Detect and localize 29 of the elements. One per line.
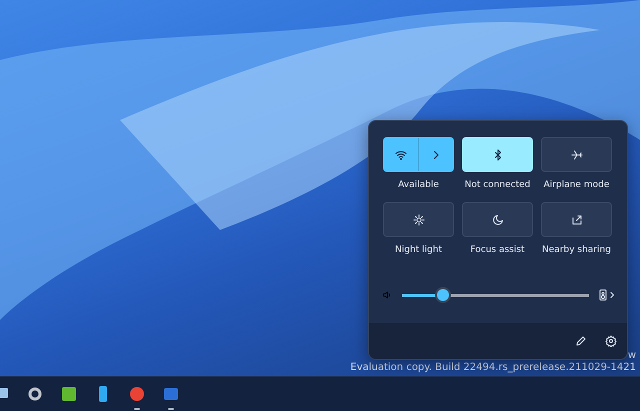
toggle-tile[interactable] [541, 137, 612, 172]
tile-label: Nearby sharing [542, 245, 611, 255]
tile-label: Available [398, 180, 439, 190]
toggle-tile[interactable] [541, 202, 612, 237]
tile-label: Focus assist [470, 245, 525, 255]
pencil-icon [575, 335, 587, 347]
share-icon [570, 214, 582, 226]
moon-icon [492, 214, 504, 226]
airplane-icon [570, 148, 582, 160]
toggle-tile[interactable] [383, 202, 454, 237]
toggle-tile[interactable] [462, 137, 533, 172]
tile-label: Airplane mode [544, 180, 610, 190]
app-icon [163, 386, 179, 402]
tile-label: Not connected [464, 180, 530, 190]
edit-button[interactable] [575, 335, 587, 347]
settings-button[interactable] [605, 335, 617, 347]
toggle-tile[interactable] [462, 202, 533, 237]
wifi-icon [395, 148, 407, 160]
desktop-watermark-text: Evaluation copy. Build 22494.rs_prerelease.211029-1421 [350, 362, 636, 374]
app-icon [129, 386, 145, 402]
audio-output-button[interactable] [599, 289, 617, 301]
settings-icon [605, 335, 617, 347]
tile-label: Night light [395, 245, 442, 255]
desktop-watermark-text: w [628, 350, 636, 362]
app-icon [27, 386, 43, 402]
slider-thumb[interactable] [437, 289, 450, 301]
sun-icon [412, 214, 424, 226]
app-icon [61, 386, 77, 402]
speaker-icon [382, 290, 392, 300]
